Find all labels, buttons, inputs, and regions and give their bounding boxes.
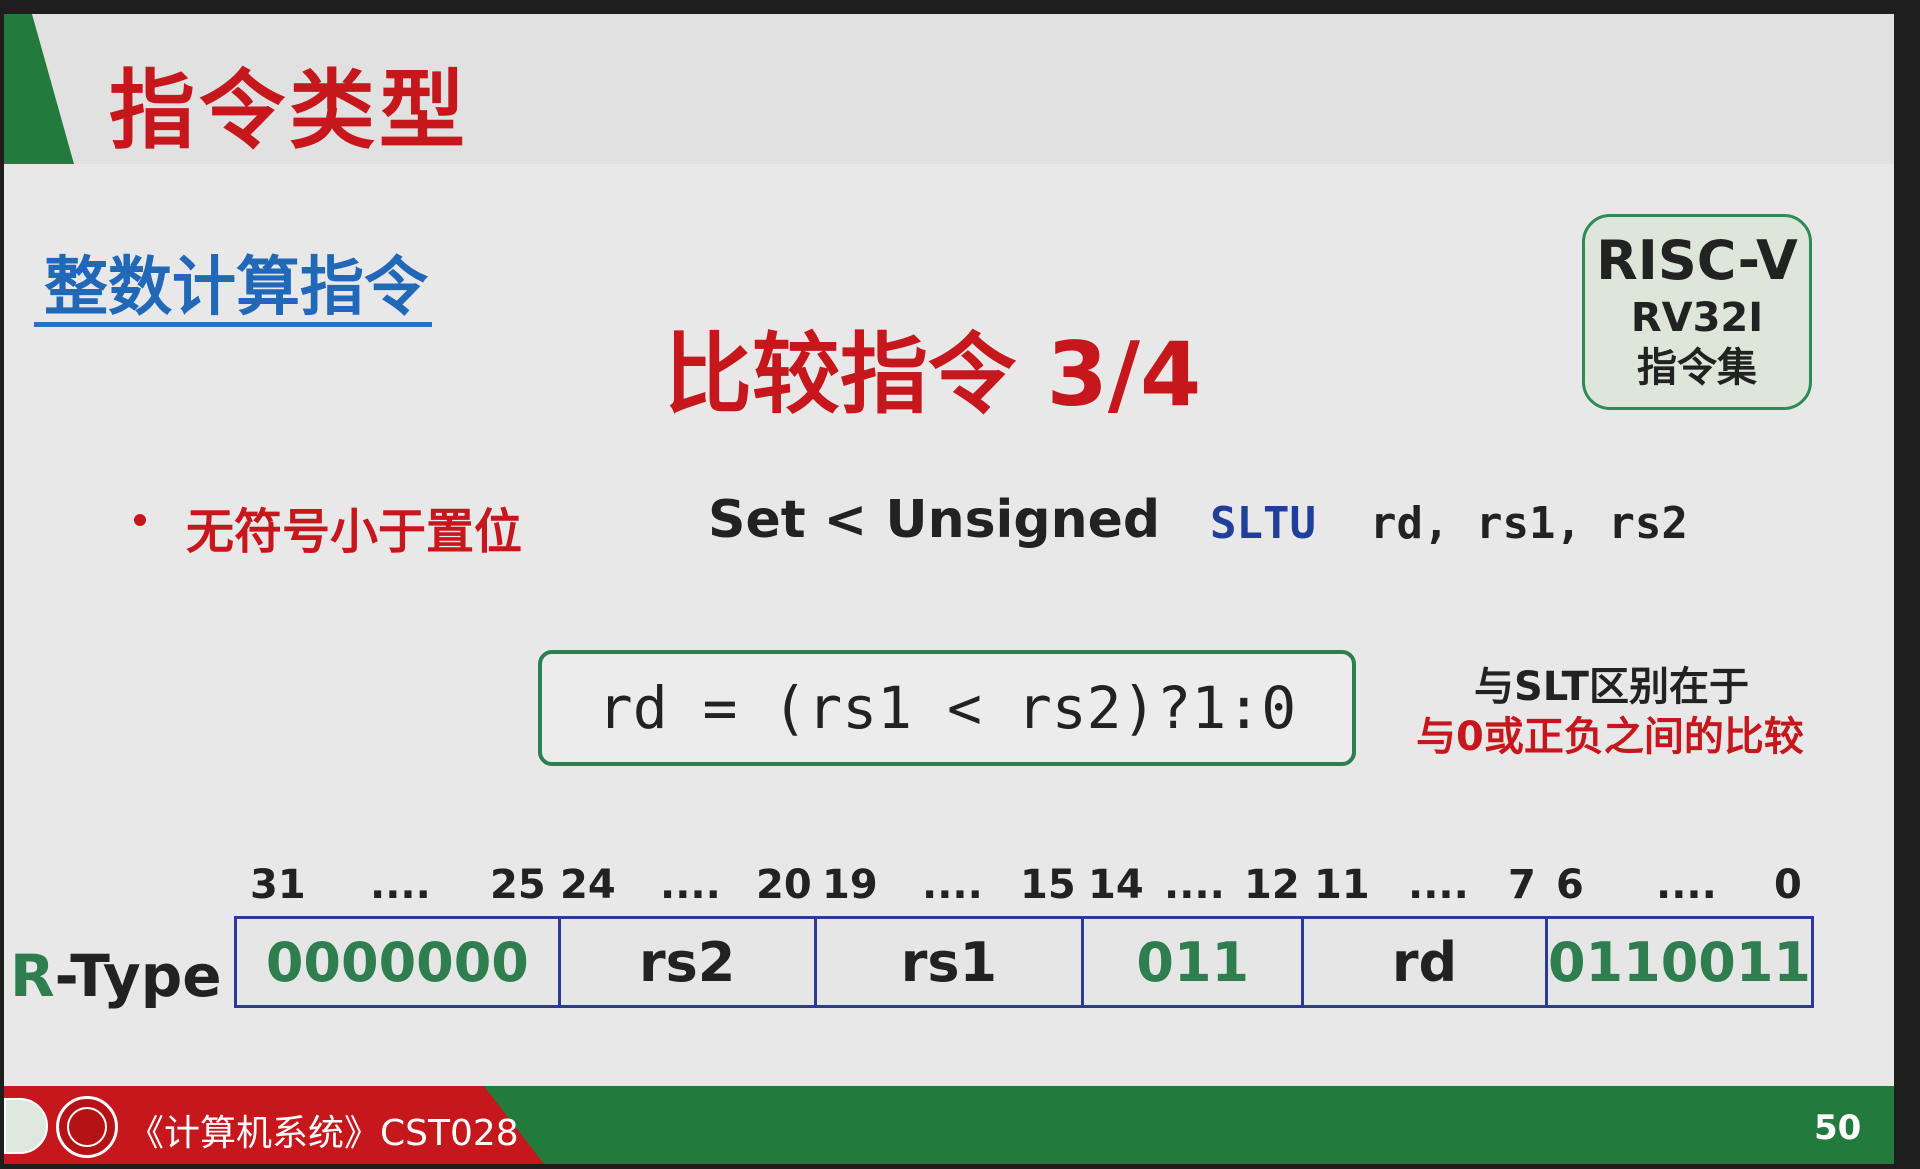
course-name: 《计算机系统》CST028	[128, 1113, 519, 1154]
badge-line-2: RV32I	[1630, 295, 1764, 341]
field-rs2: rs2	[561, 919, 817, 1005]
instruction-operands: rd, rs1, rs2	[1370, 498, 1688, 549]
bit-label: ....	[1656, 862, 1717, 908]
bit-label: 14	[1088, 862, 1144, 908]
badge-line-1: RISC-V	[1596, 229, 1798, 292]
bit-label: 19	[822, 862, 878, 908]
bit-label: 31	[250, 862, 306, 908]
slide: 指令类型 整数计算指令 比较指令 3/4 RISC-V RV32I 指令集 无符…	[4, 14, 1894, 1164]
bit-label: 15	[1020, 862, 1076, 908]
section-title: 整数计算指令	[44, 251, 428, 325]
bit-label: 6	[1556, 862, 1584, 908]
field-rs1: rs1	[817, 919, 1085, 1005]
bit-label: 7	[1508, 862, 1536, 908]
bit-label: 25	[490, 862, 546, 908]
field-funct7: 0000000	[237, 919, 561, 1005]
seal-ring	[67, 1107, 107, 1147]
formula-box: rd = (rs1 < rs2)?1:0	[538, 650, 1356, 766]
badge-line-3: 指令集	[1637, 345, 1757, 391]
bit-label: 0	[1774, 862, 1802, 908]
bullet-dot-icon	[134, 514, 146, 526]
note-line-2: 与0或正负之间的比较	[1416, 714, 1804, 760]
bit-label: 12	[1244, 862, 1300, 908]
isa-badge: RISC-V RV32I 指令集	[1582, 214, 1812, 410]
school-seal-icon	[56, 1096, 118, 1158]
field-rd: rd	[1304, 919, 1548, 1005]
bit-label: ....	[660, 862, 721, 908]
instruction-chinese-name: 无符号小于置位	[186, 504, 523, 560]
field-funct3: 011	[1084, 919, 1305, 1005]
bit-label: 20	[756, 862, 812, 908]
rtype-suffix: -Type	[54, 942, 222, 1010]
bit-label: ....	[922, 862, 983, 908]
rtype-prefix: R	[10, 942, 55, 1010]
main-title: 比较指令 3/4	[664, 323, 1202, 426]
bit-label: ....	[370, 862, 431, 908]
instruction-english-name: Set < Unsigned	[708, 490, 1161, 550]
formula-text: rd = (rs1 < rs2)?1:0	[597, 674, 1297, 742]
bit-label: ....	[1408, 862, 1469, 908]
page-number: 50	[1814, 1108, 1862, 1148]
slide-title: 指令类型	[109, 61, 469, 161]
field-opcode: 0110011	[1547, 930, 1811, 994]
bit-label: ....	[1164, 862, 1225, 908]
rtype-encoding-table: 0000000 rs2 rs1 011 rd 0110011	[234, 916, 1814, 1008]
bit-label: 24	[560, 862, 616, 908]
bit-label: 11	[1314, 862, 1370, 908]
instruction-mnemonic: SLTU	[1210, 498, 1316, 549]
rtype-label: R-Type	[10, 942, 222, 1010]
section-underline	[34, 322, 432, 327]
